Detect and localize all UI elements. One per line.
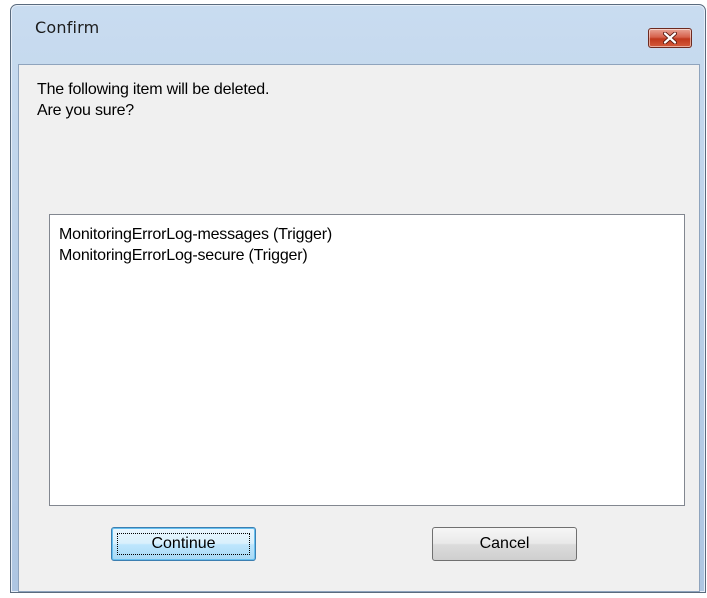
close-button[interactable] [648, 28, 692, 48]
cancel-button-label: Cancel [479, 535, 530, 552]
message-line-1: The following item will be deleted. [37, 81, 270, 98]
dialog-body: The following item will be deleted. Are … [18, 64, 700, 592]
cancel-button[interactable]: Cancel [432, 527, 577, 561]
message-line-2: Are you sure? [37, 102, 135, 119]
list-item[interactable]: MonitoringErrorLog-messages (Trigger) [59, 226, 332, 244]
title-bar[interactable]: Confirm [11, 5, 705, 48]
continue-button-label: Continue [151, 535, 216, 552]
continue-button[interactable]: Continue [111, 527, 256, 561]
close-icon [663, 32, 677, 44]
items-listbox[interactable]: MonitoringErrorLog-messages (Trigger) Mo… [49, 214, 685, 506]
confirm-dialog: Confirm The following item will be delet… [10, 4, 706, 593]
dialog-title: Confirm [35, 18, 100, 37]
list-item[interactable]: MonitoringErrorLog-secure (Trigger) [59, 247, 308, 265]
confirm-message: The following item will be deleted. Are … [37, 79, 269, 121]
